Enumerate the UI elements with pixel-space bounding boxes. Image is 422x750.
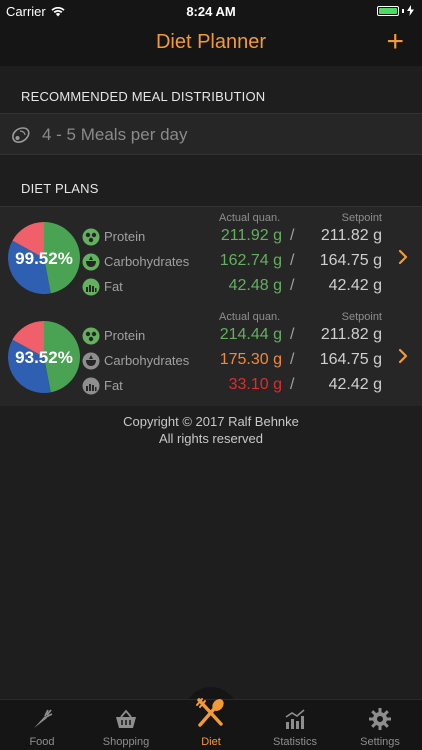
actual-column-header: Actual quan. bbox=[219, 311, 281, 323]
bar-chart-icon bbox=[285, 709, 305, 729]
setpoint-quantity: 211.82 g bbox=[320, 227, 382, 244]
tab-label: Statistics bbox=[272, 736, 317, 748]
carbohydrates-icon bbox=[82, 253, 100, 271]
setpoint-quantity: 42.42 g bbox=[328, 277, 382, 294]
diet-plan-row[interactable]: 93.52% Actual quan. Setpoint Protein 214.44 … bbox=[0, 306, 422, 406]
actual-quantity: 42.48 g bbox=[228, 277, 282, 294]
macro-name: Fat bbox=[104, 378, 123, 393]
value-separator: / bbox=[290, 277, 295, 294]
tab-food[interactable]: Food bbox=[0, 700, 84, 750]
copyright-line: Copyright © 2017 Ralf Behnke bbox=[123, 414, 299, 429]
tab-diet[interactable]: Diet bbox=[169, 698, 253, 750]
tab-label: Shopping bbox=[102, 736, 150, 748]
fork-spoon-icon bbox=[196, 698, 224, 727]
tab-settings[interactable]: Settings bbox=[338, 700, 422, 750]
value-separator: / bbox=[290, 252, 295, 269]
macro-name: Protein bbox=[104, 229, 146, 244]
status-bar: Carrier 8:24 AM bbox=[0, 0, 422, 22]
navigation-bar: Diet Planner + bbox=[0, 22, 422, 66]
status-time: 8:24 AM bbox=[186, 4, 236, 19]
macro-name: Carbohydrates bbox=[104, 254, 190, 269]
gear-icon bbox=[369, 708, 391, 730]
meals-per-day-row[interactable]: 4 - 5 Meals per day bbox=[0, 113, 422, 155]
setpoint-quantity: 42.42 g bbox=[328, 376, 382, 393]
tab-statistics[interactable]: Statistics bbox=[253, 700, 337, 750]
meat-icon bbox=[12, 127, 30, 143]
tab-shopping[interactable]: Shopping bbox=[84, 700, 168, 750]
value-separator: / bbox=[290, 326, 295, 343]
setpoint-quantity: 211.82 g bbox=[320, 326, 382, 343]
basket-icon bbox=[116, 709, 136, 728]
diet-plan-row[interactable]: 99.52% Actual quan. Setpoint Protein 211.92 … bbox=[0, 206, 422, 307]
actual-quantity: 211.92 g bbox=[220, 227, 282, 244]
tab-label: Diet bbox=[201, 736, 221, 748]
actual-quantity: 162.74 g bbox=[219, 252, 282, 269]
page-title: Diet Planner bbox=[155, 31, 267, 53]
actual-quantity: 214.44 g bbox=[219, 326, 282, 343]
carrot-icon bbox=[34, 709, 53, 728]
status-right bbox=[377, 5, 414, 16]
actual-quantity: 33.10 g bbox=[228, 376, 282, 393]
setpoint-column-header: Setpoint bbox=[341, 212, 382, 224]
tab-label: Food bbox=[29, 736, 55, 748]
macro-name: Carbohydrates bbox=[104, 353, 190, 368]
actual-column-header: Actual quan. bbox=[219, 212, 281, 224]
macro-name: Fat bbox=[104, 279, 123, 294]
chevron-right-icon[interactable] bbox=[398, 348, 408, 364]
battery-icon bbox=[377, 5, 399, 16]
value-separator: / bbox=[290, 227, 295, 244]
protein-icon bbox=[82, 327, 100, 345]
meals-per-day-text: 4 - 5 Meals per day bbox=[42, 125, 188, 144]
setpoint-quantity: 164.75 g bbox=[319, 351, 382, 368]
actual-quantity: 175.30 g bbox=[219, 351, 282, 368]
battery-tip bbox=[402, 8, 404, 13]
chevron-right-icon[interactable] bbox=[398, 249, 408, 265]
plan-accuracy-percent: 99.52% bbox=[15, 249, 73, 268]
section-title: RECOMMENDED MEAL DISTRIBUTION bbox=[21, 89, 266, 104]
plan-accuracy-percent: 93.52% bbox=[15, 348, 73, 367]
charging-bolt-icon bbox=[407, 5, 414, 16]
diet-planner-screen: Carrier 8:24 AM Diet Planner + RECOMMEND… bbox=[0, 0, 422, 750]
macro-name: Protein bbox=[104, 328, 146, 343]
fat-icon bbox=[82, 377, 100, 395]
tab-label: Settings bbox=[360, 736, 400, 748]
tab-bar: Food Shopping Diet Statistics Settings bbox=[0, 698, 422, 750]
carbohydrates-icon bbox=[82, 352, 100, 370]
protein-icon bbox=[82, 228, 100, 246]
fat-icon bbox=[82, 278, 100, 296]
diet-plans-header: DIET PLANS bbox=[0, 158, 422, 204]
add-plan-button[interactable]: + bbox=[386, 25, 404, 59]
meal-distribution-header: RECOMMENDED MEAL DISTRIBUTION bbox=[0, 66, 422, 112]
copyright: Copyright © 2017 Ralf Behnke All rights … bbox=[0, 413, 422, 447]
rights-line: All rights reserved bbox=[158, 431, 264, 446]
section-title: DIET PLANS bbox=[21, 181, 99, 196]
setpoint-quantity: 164.75 g bbox=[319, 252, 382, 269]
setpoint-column-header: Setpoint bbox=[341, 311, 382, 323]
value-separator: / bbox=[290, 351, 295, 368]
value-separator: / bbox=[290, 376, 295, 393]
